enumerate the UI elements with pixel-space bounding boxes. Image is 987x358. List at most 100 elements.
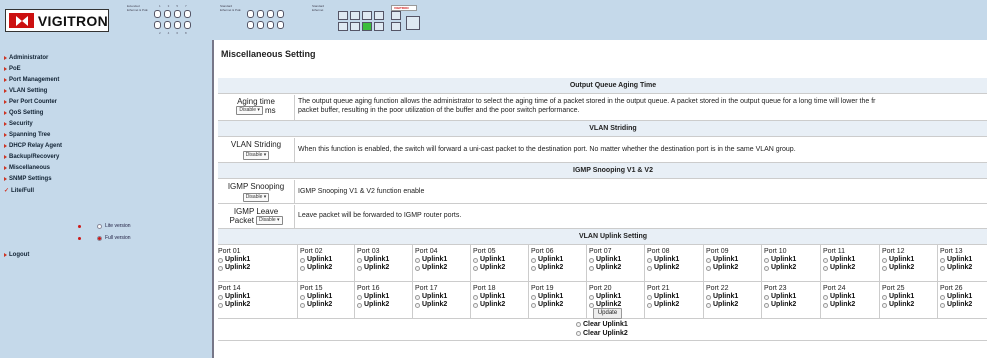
uplink1-radio[interactable]: Uplink1 — [940, 293, 987, 301]
sidebar-item-qos-setting[interactable]: QoS Setting — [4, 110, 43, 116]
port-icon[interactable] — [247, 10, 254, 18]
uplink1-radio[interactable]: Uplink1 — [589, 256, 647, 264]
radio-icon[interactable] — [415, 257, 420, 263]
port-square-icon[interactable] — [362, 11, 372, 20]
radio-icon[interactable] — [357, 265, 362, 271]
sidebar-item-lite-full[interactable]: ✓ Lite/Full — [4, 187, 34, 195]
uplink2-radio[interactable]: Uplink2 — [647, 264, 705, 272]
radio-icon[interactable] — [940, 302, 945, 308]
radio-icon[interactable] — [882, 294, 887, 300]
console-port-icon[interactable] — [406, 16, 420, 30]
radio-icon[interactable] — [706, 257, 711, 263]
radio-icon[interactable] — [764, 294, 769, 300]
radio-icon[interactable] — [589, 294, 594, 300]
uplink1-radio[interactable]: Uplink1 — [357, 256, 415, 264]
uplink1-radio[interactable]: Uplink1 — [647, 293, 705, 301]
update-button[interactable]: Update — [593, 308, 622, 319]
port-square-icon[interactable] — [338, 11, 348, 20]
uplink2-radio[interactable]: Uplink2 — [218, 264, 276, 272]
port-icon[interactable] — [184, 21, 191, 29]
clear-uplink1-option[interactable]: Clear Uplink1 — [576, 321, 628, 328]
radio-icon[interactable] — [882, 257, 887, 263]
radio-icon[interactable] — [531, 302, 536, 308]
uplink1-radio[interactable]: Uplink1 — [706, 293, 764, 301]
port-icon[interactable] — [247, 21, 254, 29]
radio-icon[interactable] — [823, 265, 828, 271]
sidebar-item-per-port-counter[interactable]: Per Port Counter — [4, 99, 57, 105]
port-icon[interactable] — [267, 10, 274, 18]
sidebar-item-backup-recovery[interactable]: Backup/Recovery — [4, 154, 59, 160]
radio-icon[interactable] — [357, 257, 362, 263]
uplink2-radio[interactable]: Uplink2 — [415, 301, 473, 309]
uplink2-radio[interactable]: Uplink2 — [300, 301, 358, 309]
uplink2-radio[interactable]: Uplink2 — [706, 301, 764, 309]
radio-icon[interactable] — [576, 322, 581, 327]
uplink2-radio[interactable]: Uplink2 — [473, 301, 531, 309]
uplink2-radio[interactable]: Uplink2 — [882, 264, 940, 272]
uplink1-radio[interactable]: Uplink1 — [531, 256, 589, 264]
radio-icon[interactable] — [647, 294, 652, 300]
radio-icon[interactable] — [300, 257, 305, 263]
radio-icon[interactable] — [473, 265, 478, 271]
sidebar-item-port-management[interactable]: Port Management — [4, 77, 59, 83]
uplink2-radio[interactable]: Uplink2 — [218, 301, 276, 309]
radio-icon[interactable] — [218, 257, 223, 263]
radio-icon[interactable] — [706, 265, 711, 271]
port-icon[interactable] — [174, 21, 181, 29]
uplink2-radio[interactable]: Uplink2 — [882, 301, 940, 309]
radio-icon[interactable] — [940, 265, 945, 271]
radio-icon[interactable] — [706, 302, 711, 308]
port-icon[interactable] — [277, 10, 284, 18]
port-icon[interactable] — [154, 10, 161, 18]
uplink2-radio[interactable]: Uplink2 — [823, 301, 881, 309]
uplink1-radio[interactable]: Uplink1 — [589, 293, 647, 301]
radio-icon[interactable] — [823, 257, 828, 263]
uplink1-radio[interactable]: Uplink1 — [415, 256, 473, 264]
uplink2-radio[interactable]: Uplink2 — [589, 264, 647, 272]
uplink1-radio[interactable]: Uplink1 — [531, 293, 589, 301]
uplink1-radio[interactable]: Uplink1 — [764, 256, 822, 264]
sidebar-item-administrator[interactable]: Administrator — [4, 55, 48, 61]
port-icon[interactable] — [257, 10, 264, 18]
uplink2-radio[interactable]: Uplink2 — [940, 301, 987, 309]
radio-icon[interactable] — [357, 294, 362, 300]
radio-icon[interactable] — [882, 265, 887, 271]
radio-icon[interactable] — [940, 257, 945, 263]
radio-icon[interactable] — [589, 257, 594, 263]
clear-uplink2-option[interactable]: Clear Uplink2 — [576, 330, 628, 337]
uplink2-radio[interactable]: Uplink2 — [357, 301, 415, 309]
port-icon[interactable] — [164, 10, 171, 18]
radio-icon[interactable] — [300, 294, 305, 300]
sidebar-item-security[interactable]: Security — [4, 121, 33, 127]
radio-icon[interactable] — [647, 302, 652, 308]
aging-time-select[interactable]: Disable ▾ — [236, 106, 263, 115]
radio-icon[interactable] — [764, 302, 769, 308]
uplink2-radio[interactable]: Uplink2 — [531, 301, 589, 309]
sidebar-item-poe[interactable]: PoE — [4, 66, 21, 72]
uplink1-radio[interactable]: Uplink1 — [473, 293, 531, 301]
full-version-option[interactable]: Full version — [78, 235, 131, 241]
radio-icon[interactable] — [647, 265, 652, 271]
radio-icon[interactable] — [706, 294, 711, 300]
uplink1-radio[interactable]: Uplink1 — [357, 293, 415, 301]
lite-version-option[interactable]: Lite version — [78, 223, 131, 229]
uplink2-radio[interactable]: Uplink2 — [357, 264, 415, 272]
radio-icon[interactable] — [647, 257, 652, 263]
uplink1-radio[interactable]: Uplink1 — [415, 293, 473, 301]
uplink1-radio[interactable]: Uplink1 — [218, 256, 276, 264]
uplink2-radio[interactable]: Uplink2 — [823, 264, 881, 272]
sidebar-item-vlan-setting[interactable]: VLAN Setting — [4, 88, 47, 94]
port-icon[interactable] — [267, 21, 274, 29]
radio-icon[interactable] — [823, 302, 828, 308]
radio-icon[interactable] — [576, 331, 581, 336]
port-square-icon[interactable] — [338, 22, 348, 31]
uplink1-radio[interactable]: Uplink1 — [940, 256, 987, 264]
uplink2-radio[interactable]: Uplink2 — [647, 301, 705, 309]
uplink1-radio[interactable]: Uplink1 — [823, 256, 881, 264]
port-square-icon[interactable] — [374, 11, 384, 20]
uplink1-radio[interactable]: Uplink1 — [882, 293, 940, 301]
radio-icon[interactable] — [473, 302, 478, 308]
uplink2-radio[interactable]: Uplink2 — [764, 264, 822, 272]
uplink-port-icon[interactable] — [391, 11, 401, 20]
uplink-port-icon[interactable] — [391, 22, 401, 31]
